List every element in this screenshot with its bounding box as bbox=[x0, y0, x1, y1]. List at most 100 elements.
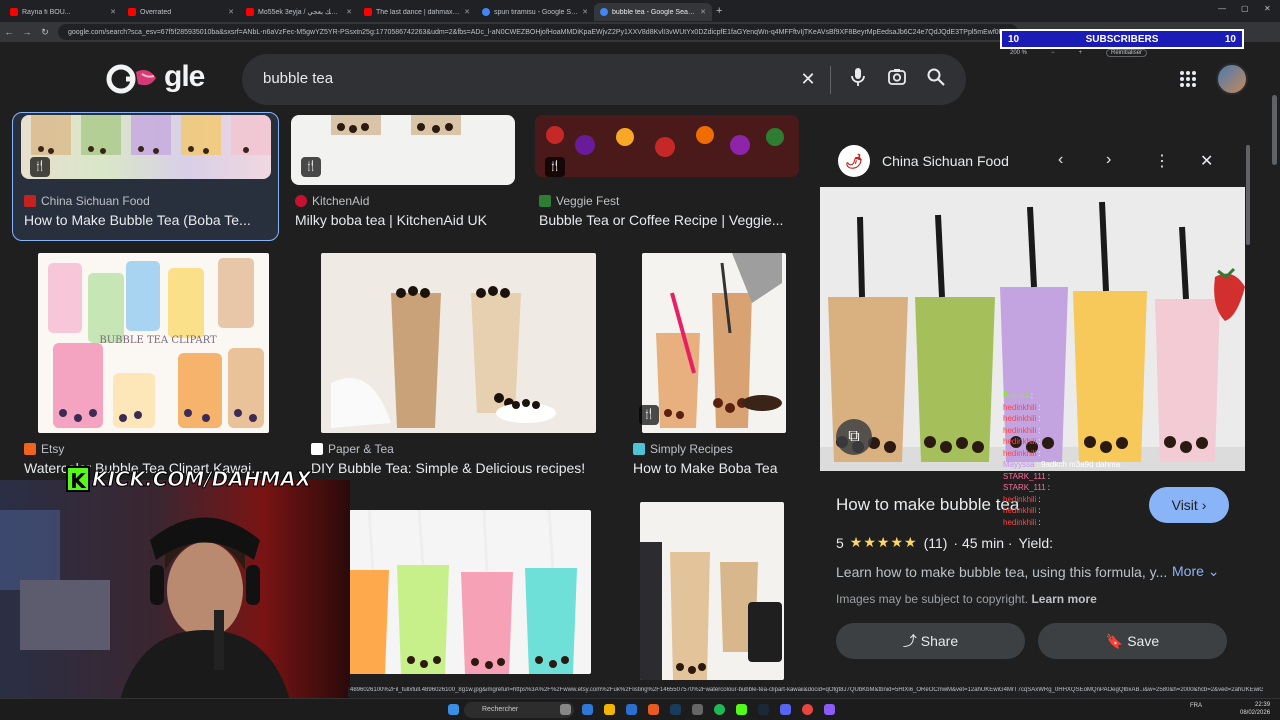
close-tab-icon[interactable]: ✕ bbox=[346, 8, 352, 16]
kick-logo-icon: K bbox=[66, 466, 90, 493]
result-thumbnail[interactable] bbox=[291, 115, 515, 185]
forward-icon[interactable]: → bbox=[18, 27, 36, 37]
result-thumbnail[interactable] bbox=[640, 502, 784, 680]
close-icon[interactable]: ✕ bbox=[1200, 151, 1213, 171]
reload-icon[interactable]: ↻ bbox=[36, 27, 54, 38]
language-indicator[interactable]: FRA bbox=[1190, 703, 1202, 709]
app-icon[interactable] bbox=[648, 704, 659, 715]
chat-message: hedinkhili: bbox=[1003, 402, 1153, 414]
chat-message: hedinkhili: bbox=[1003, 494, 1153, 506]
account-avatar[interactable] bbox=[1216, 63, 1248, 95]
bookmark-icon: 🔖 bbox=[1105, 633, 1124, 649]
close-tab-icon[interactable]: ✕ bbox=[228, 8, 234, 16]
chat-username: hedinkhili bbox=[1003, 494, 1037, 504]
browser-tab[interactable]: The last dance | dahmax, Loujeh✕ bbox=[358, 3, 476, 21]
chat-text: : bbox=[1038, 402, 1041, 412]
close-tab-icon[interactable]: ✕ bbox=[464, 8, 470, 16]
close-tab-icon[interactable]: ✕ bbox=[582, 8, 588, 16]
result-thumbnail[interactable] bbox=[642, 253, 786, 433]
chat-username: Boliulul bbox=[1003, 391, 1029, 400]
recipe-rating: 5 ★★★★★ (11) · 45 min · Yield: bbox=[836, 534, 1053, 551]
recipe-badge-icon: 🍴 bbox=[30, 157, 50, 177]
app-icon[interactable] bbox=[582, 704, 593, 715]
result-title[interactable]: DIY Bubble Tea: Simple & Delicious recip… bbox=[311, 460, 611, 476]
recipe-badge-icon: 🍴 bbox=[301, 157, 321, 177]
search-icon[interactable] bbox=[924, 67, 948, 91]
share-button[interactable]: ⤴ Share bbox=[836, 623, 1025, 659]
visit-button[interactable]: Visit › bbox=[1149, 487, 1229, 523]
chat-message: hedinkhili: bbox=[1003, 425, 1153, 437]
browser-tab[interactable]: Rayna fi BOU... ✕ bbox=[4, 3, 122, 21]
clear-icon[interactable]: ✕ bbox=[796, 67, 820, 91]
url-input[interactable]: google.com/search?sca_esv=67f5f285935010… bbox=[58, 24, 1018, 40]
zoom-out-button[interactable]: − bbox=[1051, 50, 1055, 56]
close-window-icon[interactable]: ✕ bbox=[1264, 4, 1271, 13]
app-icon[interactable] bbox=[736, 704, 747, 715]
close-tab-icon[interactable]: ✕ bbox=[700, 8, 706, 16]
file-explorer-icon[interactable] bbox=[604, 704, 615, 715]
browser-tab[interactable]: Mo55ek 3eyja / مسك بعجي - You✕ bbox=[240, 3, 358, 21]
youtube-icon bbox=[128, 8, 136, 16]
back-icon[interactable]: ← bbox=[0, 27, 18, 37]
google-icon bbox=[600, 8, 608, 16]
task-view-icon[interactable] bbox=[560, 704, 571, 715]
result-title[interactable]: How to Make Boba Tea bbox=[633, 460, 803, 476]
chat-username: hedinkhili bbox=[1003, 437, 1037, 446]
chevron-down-icon: ⌄ bbox=[1207, 563, 1220, 579]
page-scrollbar[interactable] bbox=[1272, 95, 1277, 165]
source-favicon bbox=[539, 195, 551, 207]
zoom-reset-button[interactable]: Réinitialiser bbox=[1106, 49, 1148, 57]
chat-message: hedinkhili: bbox=[1003, 436, 1153, 448]
result-thumbnail[interactable] bbox=[535, 115, 799, 177]
visual-search-icon[interactable]: ⧉ bbox=[836, 419, 872, 455]
result-title[interactable]: How to Make Bubble Tea (Boba Te... bbox=[24, 212, 274, 228]
more-options-icon[interactable]: ⋮ bbox=[1154, 151, 1170, 171]
steam-icon[interactable] bbox=[758, 704, 769, 715]
logo-text: gle bbox=[164, 60, 205, 93]
spotify-icon[interactable] bbox=[714, 704, 725, 715]
learn-more-link[interactable]: Learn more bbox=[1031, 592, 1096, 606]
result-thumbnail[interactable]: BUBBLE TEA CLIPART bbox=[38, 253, 269, 433]
next-icon[interactable]: › bbox=[1106, 151, 1111, 169]
panel-source-name[interactable]: China Sichuan Food bbox=[882, 153, 1009, 169]
browser-tab-active[interactable]: bubble tea - Google Search ✕ bbox=[594, 3, 712, 21]
search-input[interactable]: bubble tea bbox=[263, 70, 333, 87]
taskbar-search[interactable]: Rechercher bbox=[464, 702, 574, 718]
panel-scrollbar[interactable] bbox=[1246, 145, 1250, 245]
recipe-badge-icon: 🍴 bbox=[545, 157, 565, 177]
previous-icon[interactable]: ‹ bbox=[1058, 151, 1063, 169]
chat-username: hedinkhili bbox=[1003, 414, 1037, 423]
zoom-in-button[interactable]: + bbox=[1079, 50, 1083, 56]
browser-tab[interactable]: Overrated ✕ bbox=[122, 3, 240, 21]
share-label: Share bbox=[920, 633, 959, 649]
browser-tab[interactable]: spun tiramisu - Google Search✕ bbox=[476, 3, 594, 21]
app-icon[interactable] bbox=[692, 704, 703, 715]
save-button[interactable]: 🔖 Save bbox=[1038, 623, 1227, 659]
app-icon[interactable] bbox=[626, 704, 637, 715]
result-thumbnail[interactable] bbox=[349, 510, 591, 674]
chat-username: hedinkhili bbox=[1003, 517, 1037, 527]
lens-camera-icon[interactable] bbox=[885, 67, 909, 91]
result-title[interactable]: Bubble Tea or Coffee Recipe | Veggie... bbox=[539, 212, 797, 228]
microphone-icon[interactable] bbox=[846, 67, 870, 91]
app-icon[interactable] bbox=[670, 704, 681, 715]
new-tab-button[interactable]: + bbox=[716, 5, 722, 17]
taskbar-clock[interactable]: 22:39 08/02/2026 bbox=[1240, 701, 1270, 717]
panel-title[interactable]: How to make bubble tea bbox=[836, 495, 1019, 515]
apps-grid-icon[interactable] bbox=[1179, 70, 1197, 93]
chrome-icon[interactable] bbox=[802, 704, 813, 715]
rating-value: 5 bbox=[836, 534, 844, 551]
more-button[interactable]: More ⌄ bbox=[1172, 563, 1220, 580]
save-label: Save bbox=[1127, 633, 1160, 649]
app-icon[interactable] bbox=[824, 704, 835, 715]
yield-label: Yield: bbox=[1018, 534, 1054, 551]
windows-start-icon[interactable] bbox=[448, 704, 459, 715]
result-thumbnail[interactable] bbox=[321, 253, 596, 433]
result-thumbnail[interactable] bbox=[21, 115, 271, 179]
minimize-icon[interactable]: — bbox=[1218, 4, 1226, 13]
maximize-icon[interactable]: ▢ bbox=[1241, 4, 1249, 13]
close-tab-icon[interactable]: ✕ bbox=[110, 8, 116, 16]
discord-icon[interactable] bbox=[780, 704, 791, 715]
zoom-level: 200 % bbox=[1010, 50, 1028, 56]
result-title[interactable]: Milky boba tea | KitchenAid UK bbox=[295, 212, 525, 228]
